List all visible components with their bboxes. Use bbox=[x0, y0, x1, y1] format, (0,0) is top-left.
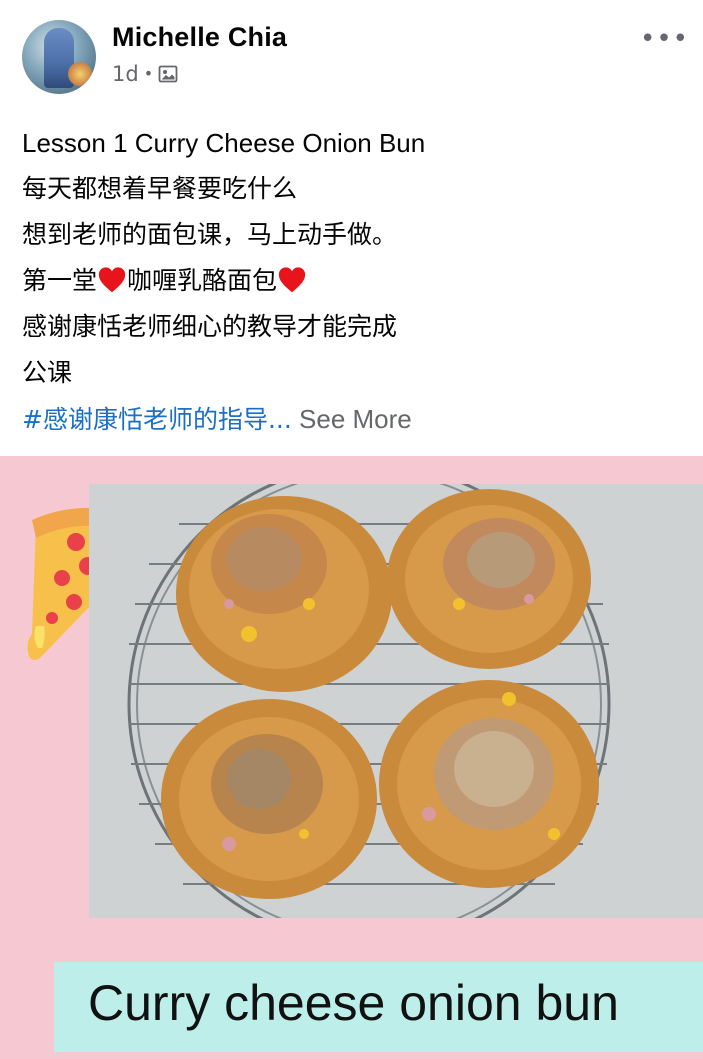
line4-middle: 咖喱乳酪面包 bbox=[127, 266, 278, 295]
facebook-post: Michelle Chia 1d • ••• Lesson 1 Curry Ch… bbox=[0, 0, 703, 1059]
red-heart-icon bbox=[278, 267, 306, 293]
post-header: Michelle Chia 1d • ••• bbox=[0, 0, 703, 110]
curry-bun-photo bbox=[89, 484, 703, 918]
caption-banner: Curry cheese onion bun bbox=[54, 962, 703, 1052]
more-options-icon[interactable]: ••• bbox=[640, 26, 689, 52]
author-avatar[interactable] bbox=[22, 20, 96, 94]
post-text: Lesson 1 Curry Cheese Onion Bun 每天都想着早餐要… bbox=[22, 120, 682, 442]
post-text-line-5: 感谢康恬老师细心的教导才能完成 bbox=[22, 312, 398, 341]
see-more-link[interactable]: See More bbox=[292, 404, 412, 434]
post-text-line-3: 想到老师的面包课，马上动手做。 bbox=[22, 220, 398, 249]
post-meta: 1d • bbox=[112, 62, 178, 86]
post-text-line-1: Lesson 1 Curry Cheese Onion Bun bbox=[22, 128, 426, 158]
post-text-line-6: 公课 bbox=[22, 358, 73, 387]
post-text-line-2: 每天都想着早餐要吃什么 bbox=[22, 174, 298, 203]
line4-before: 第一堂 bbox=[22, 266, 98, 295]
post-text-line-4: 第一堂 咖喱乳酪面包 bbox=[22, 258, 682, 304]
cooling-rack-with-buns bbox=[89, 484, 703, 918]
post-text-line-7: #感谢康恬老师的指导... See More bbox=[22, 396, 682, 442]
post-time[interactable]: 1d bbox=[112, 62, 139, 86]
author-name[interactable]: Michelle Chia bbox=[112, 22, 287, 53]
post-photo[interactable]: Curry cheese onion bun bbox=[0, 456, 703, 1059]
red-heart-icon bbox=[98, 267, 126, 293]
avatar-flowers-shape bbox=[68, 62, 92, 86]
caption-text: Curry cheese onion bun bbox=[88, 975, 619, 1031]
hashtag-link[interactable]: #感谢康恬老师的指导... bbox=[22, 405, 292, 434]
group-photo-icon bbox=[158, 65, 178, 83]
meta-separator: • bbox=[143, 64, 154, 83]
